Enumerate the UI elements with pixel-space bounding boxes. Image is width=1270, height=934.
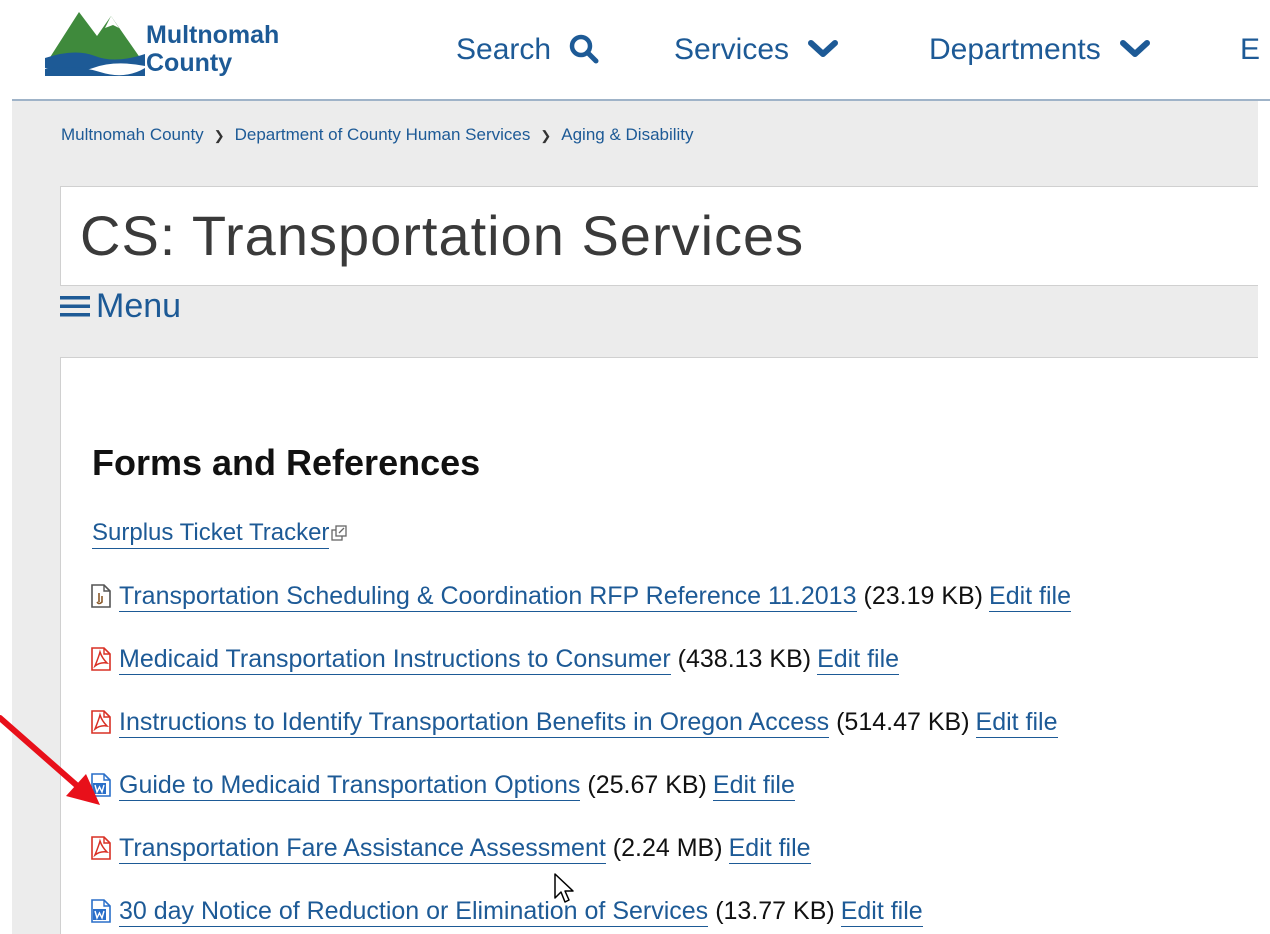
logo-line2: County [146,49,233,77]
nav-departments[interactable]: Departments [929,30,1151,70]
annotation-arrow-icon [0,715,100,805]
nav-services[interactable]: Services [674,30,839,70]
breadcrumb-item-dchs[interactable]: Department of County Human Services [235,125,531,144]
edit-file-link[interactable]: Edit file [989,581,1071,612]
external-link-icon [331,525,348,541]
section-heading: Forms and References [92,442,481,483]
nav-search-label: Search [456,33,552,66]
nav-search[interactable]: Search [456,30,599,70]
menu-toggle-button[interactable]: Menu [60,286,181,326]
list-item: Instructions to Identify Transportation … [90,705,1058,739]
nav-departments-label: Departments [929,33,1101,66]
chevron-down-icon [1120,40,1151,58]
generic-file-icon [91,584,111,608]
file-size: (25.67 KB) [587,771,707,799]
chevron-down-icon [808,40,839,58]
mountain-logo-icon [45,12,145,76]
medicaid-instructions-link[interactable]: Medicaid Transportation Instructions to … [119,644,671,675]
county-logo[interactable]: Multnomah County [45,6,325,82]
oregon-access-instructions-link[interactable]: Instructions to Identify Transportation … [119,707,830,738]
word-file-icon [91,899,111,923]
file-size: (438.13 KB) [677,645,812,673]
logo-wordmark: Multnomah County [146,21,279,77]
breadcrumb-separator-icon: ❯ [213,128,225,143]
breadcrumb-item-aging[interactable]: Aging & Disability [561,125,693,144]
edit-file-link[interactable]: Edit file [840,896,923,927]
list-item: Transportation Scheduling & Coordination… [90,579,1071,613]
list-item: Medicaid Transportation Instructions to … [90,642,900,676]
list-item: Guide to Medicaid Transportation Options… [90,768,795,802]
hamburger-icon [60,296,90,317]
logo-line1: Multnomah [146,21,280,49]
page-title: CS: Transportation Services [80,204,805,267]
breadcrumb-separator-icon: ❯ [540,128,552,143]
nav-services-label: Services [674,33,790,66]
breadcrumb-item-home[interactable]: Multnomah County [61,125,204,144]
file-size: (2.24 MB) [612,834,723,862]
pdf-file-icon [91,836,111,860]
reduction-notice-link[interactable]: 30 day Notice of Reduction or Eliminatio… [119,896,709,927]
file-size: (23.19 KB) [863,582,984,610]
edit-file-link[interactable]: Edit file [975,707,1058,738]
breadcrumb: Multnomah County ❯ Department of County Hu… [61,125,694,146]
nav-overflow-item[interactable]: E [1240,30,1260,70]
fare-assistance-assessment-link[interactable]: Transportation Fare Assistance Assessmen… [119,833,606,864]
list-item: Transportation Fare Assistance Assessmen… [90,831,811,865]
edit-file-link[interactable]: Edit file [728,833,811,864]
surplus-ticket-tracker-link[interactable]: Surplus Ticket Tracker [92,518,330,549]
file-size: (13.77 KB) [715,897,835,925]
file-size: (514.47 KB) [836,708,970,736]
edit-file-link[interactable]: Edit file [817,644,900,675]
rfp-reference-link[interactable]: Transportation Scheduling & Coordination… [119,581,857,612]
medicaid-options-guide-link[interactable]: Guide to Medicaid Transportation Options [119,770,581,801]
menu-label: Menu [96,287,182,325]
edit-file-link[interactable]: Edit file [712,770,795,801]
list-item: 30 day Notice of Reduction or Eliminatio… [90,894,923,928]
pdf-file-icon [91,647,111,671]
site-header: Multnomah County Search Services Departm… [0,0,1270,101]
list-item: Surplus Ticket Tracker [92,516,348,550]
search-icon [570,34,599,64]
mouse-cursor-icon [554,873,574,903]
nav-overflow-label: E [1240,33,1261,66]
